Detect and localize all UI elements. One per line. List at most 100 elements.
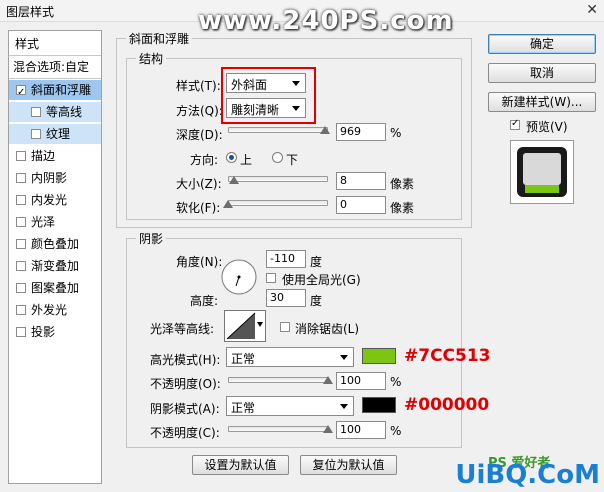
highlight-mode-select[interactable]: 正常 bbox=[226, 347, 354, 367]
global-light-label[interactable]: 使用全局光(G) bbox=[282, 271, 361, 288]
item-label: 内发光 bbox=[31, 193, 68, 207]
angle-unit: 度 bbox=[310, 255, 323, 269]
soften-input[interactable]: 0 bbox=[336, 196, 386, 214]
reset-default-button[interactable]: 复位为默认值 bbox=[300, 455, 397, 475]
close-icon[interactable]: ✕ bbox=[586, 2, 598, 18]
technique-label: 方法(Q): bbox=[176, 104, 223, 118]
style-label: 样式(T): bbox=[176, 79, 221, 93]
set-default-button[interactable]: 设置为默认值 bbox=[192, 455, 289, 475]
sidebar-item-satin[interactable]: 光泽 bbox=[9, 212, 101, 232]
new-style-button[interactable]: 新建样式(W)... bbox=[488, 92, 596, 112]
checkbox-pattern-overlay[interactable] bbox=[16, 283, 26, 293]
direction-down-radio[interactable] bbox=[272, 152, 283, 163]
item-label: 光泽 bbox=[31, 215, 56, 229]
altitude-label: 高度: bbox=[190, 294, 219, 308]
contour-preview-icon bbox=[226, 312, 256, 340]
checkbox-gradient-overlay[interactable] bbox=[16, 261, 26, 271]
item-label: 渐变叠加 bbox=[31, 259, 80, 273]
checkbox-inner-shadow[interactable] bbox=[16, 173, 26, 183]
cancel-button[interactable]: 取消 bbox=[488, 63, 596, 83]
size-slider-handle[interactable] bbox=[229, 176, 239, 184]
shadow-opacity-input[interactable]: 100 bbox=[336, 421, 386, 439]
highlight-color-annotation: #7CC513 bbox=[404, 346, 491, 366]
sidebar-item-drop-shadow[interactable]: 投影 bbox=[9, 322, 101, 342]
highlight-opacity-slider[interactable] bbox=[228, 377, 328, 383]
soften-slider-handle[interactable] bbox=[223, 200, 233, 208]
angle-dial-icon[interactable] bbox=[220, 258, 258, 296]
styles-list: 样式 混合选项:自定 斜面和浮雕 等高线 纹理 描边 内阴影 内发光 光泽 颜色… bbox=[8, 30, 102, 484]
sidebar-item-texture[interactable]: 纹理 bbox=[9, 124, 101, 144]
depth-input[interactable]: 969 bbox=[336, 123, 386, 141]
direction-up-label[interactable]: 上 bbox=[240, 151, 252, 168]
watermark-text: www.240PS.com bbox=[198, 6, 454, 36]
depth-slider[interactable] bbox=[228, 127, 328, 133]
checkbox-drop-shadow[interactable] bbox=[16, 327, 26, 337]
sidebar-item-bevel[interactable]: 斜面和浮雕 bbox=[9, 80, 101, 103]
shadow-color-annotation: #000000 bbox=[404, 395, 490, 415]
global-light-checkbox[interactable] bbox=[266, 273, 276, 283]
angle-label: 角度(N): bbox=[176, 255, 223, 269]
window-title: 图层样式 bbox=[6, 5, 55, 19]
soften-slider[interactable] bbox=[228, 200, 328, 206]
preview-checkbox[interactable] bbox=[510, 118, 520, 130]
shadow-mode-value: 正常 bbox=[231, 401, 256, 415]
sidebar-item-inner-glow[interactable]: 内发光 bbox=[9, 190, 101, 210]
preview-swatch-icon bbox=[517, 147, 567, 197]
item-label: 斜面和浮雕 bbox=[31, 83, 92, 97]
sidebar-item-stroke[interactable]: 描边 bbox=[9, 146, 101, 166]
blend-options-item[interactable]: 混合选项:自定 bbox=[9, 57, 101, 77]
item-label: 颜色叠加 bbox=[31, 237, 80, 251]
highlight-mode-label: 高光模式(H): bbox=[150, 353, 221, 367]
checkbox-color-overlay[interactable] bbox=[16, 239, 26, 249]
highlight-color-swatch[interactable] bbox=[362, 348, 396, 364]
gloss-contour-picker[interactable] bbox=[224, 310, 266, 342]
shadow-opacity-handle[interactable] bbox=[323, 425, 333, 433]
checkbox-texture[interactable] bbox=[31, 129, 41, 139]
item-label: 图案叠加 bbox=[31, 281, 80, 295]
highlight-opacity-input[interactable]: 100 bbox=[336, 372, 386, 390]
divider bbox=[9, 55, 101, 56]
divider bbox=[9, 78, 101, 79]
sidebar-item-color-overlay[interactable]: 颜色叠加 bbox=[9, 234, 101, 254]
checkbox-bevel[interactable] bbox=[16, 83, 26, 103]
item-label: 纹理 bbox=[46, 127, 71, 141]
soften-unit: 像素 bbox=[390, 201, 415, 215]
ok-button[interactable]: 确定 bbox=[488, 34, 596, 54]
style-preview-thumbnail bbox=[510, 140, 574, 204]
preview-label[interactable]: 预览(V) bbox=[526, 118, 568, 135]
sidebar-item-inner-shadow[interactable]: 内阴影 bbox=[9, 168, 101, 188]
structure-title: 结构 bbox=[136, 50, 167, 67]
sidebar-item-pattern-overlay[interactable]: 图案叠加 bbox=[9, 278, 101, 298]
uibq-logo: UiBQ.CoM bbox=[455, 460, 600, 490]
checkbox-satin[interactable] bbox=[16, 217, 26, 227]
direction-down-label[interactable]: 下 bbox=[286, 151, 298, 168]
shadow-opacity-label: 不透明度(C): bbox=[150, 426, 220, 440]
size-input[interactable]: 8 bbox=[336, 172, 386, 190]
highlight-opacity-label: 不透明度(O): bbox=[150, 377, 221, 391]
size-label: 大小(Z): bbox=[176, 177, 222, 191]
chevron-down-icon bbox=[340, 355, 348, 360]
shadow-color-swatch[interactable] bbox=[362, 397, 396, 413]
sidebar-item-outer-glow[interactable]: 外发光 bbox=[9, 300, 101, 320]
shadow-opacity-slider[interactable] bbox=[228, 426, 328, 432]
checkbox-stroke[interactable] bbox=[16, 151, 26, 161]
direction-up-radio[interactable] bbox=[226, 152, 237, 163]
antialias-checkbox[interactable] bbox=[280, 322, 290, 332]
sidebar-item-gradient-overlay[interactable]: 渐变叠加 bbox=[9, 256, 101, 276]
highlight-opacity-handle[interactable] bbox=[323, 376, 333, 384]
checkbox-contour[interactable] bbox=[31, 107, 41, 117]
antialias-label[interactable]: 消除锯齿(L) bbox=[295, 320, 359, 337]
highlight-mode-value: 正常 bbox=[231, 352, 256, 366]
depth-slider-handle[interactable] bbox=[320, 126, 330, 134]
item-label: 外发光 bbox=[31, 303, 68, 317]
styles-header[interactable]: 样式 bbox=[15, 35, 39, 52]
checkbox-outer-glow[interactable] bbox=[16, 305, 26, 315]
shadow-opacity-unit: % bbox=[390, 424, 402, 438]
size-slider[interactable] bbox=[228, 176, 328, 182]
altitude-input[interactable]: 30 bbox=[266, 289, 306, 307]
checkbox-inner-glow[interactable] bbox=[16, 195, 26, 205]
sidebar-item-contour[interactable]: 等高线 bbox=[9, 102, 101, 122]
shadow-mode-select[interactable]: 正常 bbox=[226, 396, 354, 416]
angle-input[interactable]: -110 bbox=[266, 250, 306, 268]
size-unit: 像素 bbox=[390, 177, 415, 191]
